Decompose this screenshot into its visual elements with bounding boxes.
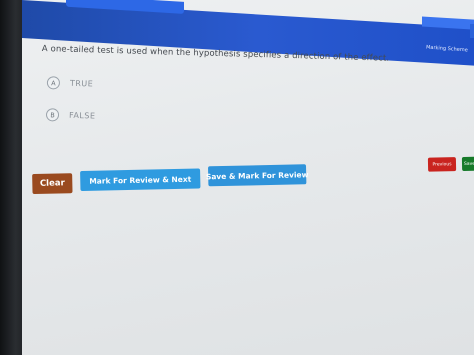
save-mark-for-review-button[interactable]: Save & Mark For Review: [206, 164, 309, 187]
header-side-tab[interactable]: [470, 24, 474, 38]
option-a-radio[interactable]: A: [46, 76, 61, 90]
header-tab-right[interactable]: [422, 16, 474, 31]
option-b-label: FALSE: [68, 110, 96, 121]
option-b-radio[interactable]: B: [45, 108, 60, 122]
option-a-label: TRUE: [69, 78, 94, 89]
header-tab[interactable]: [66, 0, 184, 14]
exam-screen: Marking Scheme A one-tailed test is used…: [22, 0, 474, 355]
previous-button[interactable]: Previous: [427, 157, 457, 172]
option-a[interactable]: A TRUE: [46, 76, 94, 90]
mark-for-review-next-button[interactable]: Mark For Review & Next: [80, 168, 201, 191]
save-next-button[interactable]: Save: [461, 156, 474, 171]
action-bar: Clear Mark For Review & Next Save & Mark…: [32, 156, 474, 194]
clear-button[interactable]: Clear: [32, 173, 73, 194]
option-b[interactable]: B FALSE: [45, 108, 96, 122]
